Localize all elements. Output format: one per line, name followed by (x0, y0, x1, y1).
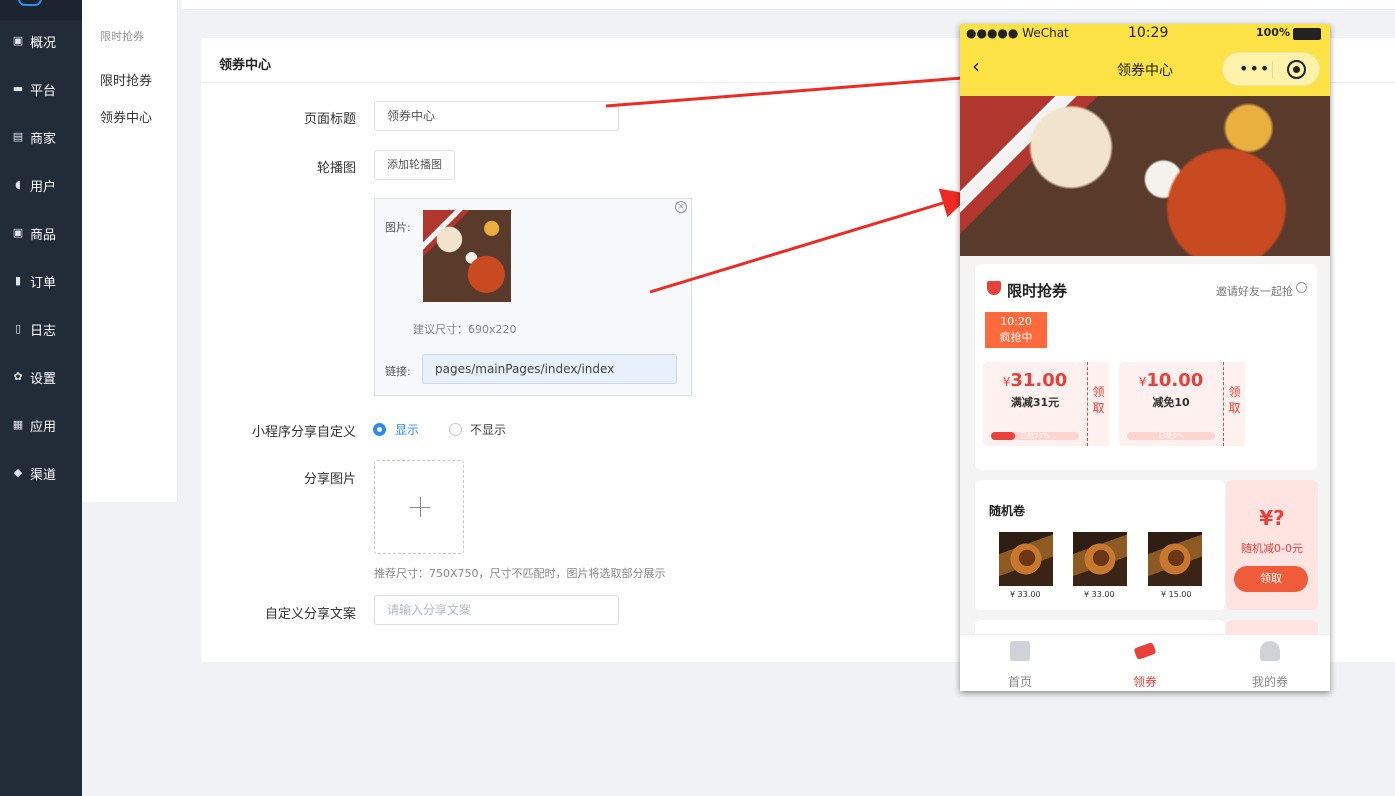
time-slot-state: 疯抢中 (999, 331, 1033, 344)
home-icon (1010, 641, 1030, 661)
random-price: ¥? (1259, 506, 1285, 530)
coupon-desc: 满减31元 (1010, 396, 1060, 409)
battery-icon (1293, 28, 1321, 40)
status-carrier: ●●●●● WeChat (966, 26, 1069, 40)
tab-home[interactable]: 首页 (960, 635, 1080, 691)
coupon-item[interactable]: ¥31.00 满减31元 已抢27% (983, 362, 1087, 446)
status-battery: 100% (1256, 26, 1290, 39)
random-title: 随机卷 (989, 504, 1026, 518)
coupon-ticket-icon (1133, 641, 1157, 661)
product-image[interactable] (1148, 532, 1202, 586)
product-price: ¥ 33.00 (1084, 590, 1115, 599)
phone-banner-image[interactable] (960, 96, 1330, 256)
close-target-icon[interactable] (1287, 60, 1306, 79)
tab-home-label: 首页 (1007, 675, 1032, 689)
profile-icon (1260, 641, 1280, 661)
grab-coupon-button[interactable]: 领取 (1087, 362, 1109, 446)
status-time: 10:29 (1128, 25, 1169, 41)
random-desc: 随机减0-0元 (1241, 542, 1303, 555)
time-slot-time: 10:20 (1000, 315, 1032, 328)
tab-coupons[interactable]: 领券 (1085, 635, 1205, 691)
product-price: ¥ 33.00 (1010, 590, 1041, 599)
tab-my-coupons[interactable]: 我的券 (1210, 635, 1330, 691)
coupon-price: ¥10.00 (1138, 370, 1204, 391)
phone-status-bar: ●●●●● WeChat 10:29 100% (960, 24, 1330, 44)
phone-nav-bar: ‹ 领券中心 ••• (960, 44, 1330, 96)
random-coupon-card: 随机卷 ¥ 33.00 ¥ 33.00 ¥ 15.00 (975, 480, 1225, 610)
product-price: ¥ 15.00 (1161, 590, 1192, 599)
arrow-title (605, 61, 1006, 108)
more-dots-icon[interactable]: ••• (1239, 59, 1270, 78)
flash-coupon-card: 限时抢券 邀请好友一起抢 10:20 疯抢中 ¥31.00 满减31元 已抢27… (975, 264, 1317, 470)
tab-coupons-label: 领券 (1132, 675, 1157, 689)
random-grab-button[interactable]: 领取 (1234, 566, 1308, 592)
phone-tab-bar: 首页 领券 我的券 (960, 634, 1330, 691)
grab-coupon-button[interactable]: 领取 (1223, 362, 1245, 446)
refresh-icon[interactable] (1296, 282, 1307, 293)
tab-my-coupons-label: 我的券 (1251, 675, 1288, 689)
random-coupon-side[interactable]: ¥? 随机减0-0元 领取 (1226, 480, 1318, 610)
coupon-desc: 减免10 (1152, 396, 1190, 409)
arrow-banner (649, 188, 972, 294)
phone-preview: ●●●●● WeChat 10:29 100% ‹ 领券中心 ••• 限时抢券 … (960, 24, 1330, 691)
coupon-progress: 已抢27% (991, 432, 1079, 440)
coupon-item[interactable]: ¥10.00 减免10 已抢0% (1119, 362, 1223, 446)
invite-friends-link[interactable]: 邀请好友一起抢 (1216, 283, 1293, 299)
product-image[interactable] (1073, 532, 1127, 586)
flash-title: 限时抢券 (1007, 282, 1068, 300)
coupon-progress: 已抢0% (1127, 432, 1215, 440)
mini-program-capsule[interactable]: ••• (1222, 52, 1320, 86)
flash-badge-icon (987, 281, 1001, 295)
capsule-separator (1272, 61, 1273, 79)
time-slot-tag[interactable]: 10:20 疯抢中 (985, 312, 1047, 348)
coupon-price: ¥31.00 (1002, 370, 1068, 391)
product-image[interactable] (999, 532, 1053, 586)
